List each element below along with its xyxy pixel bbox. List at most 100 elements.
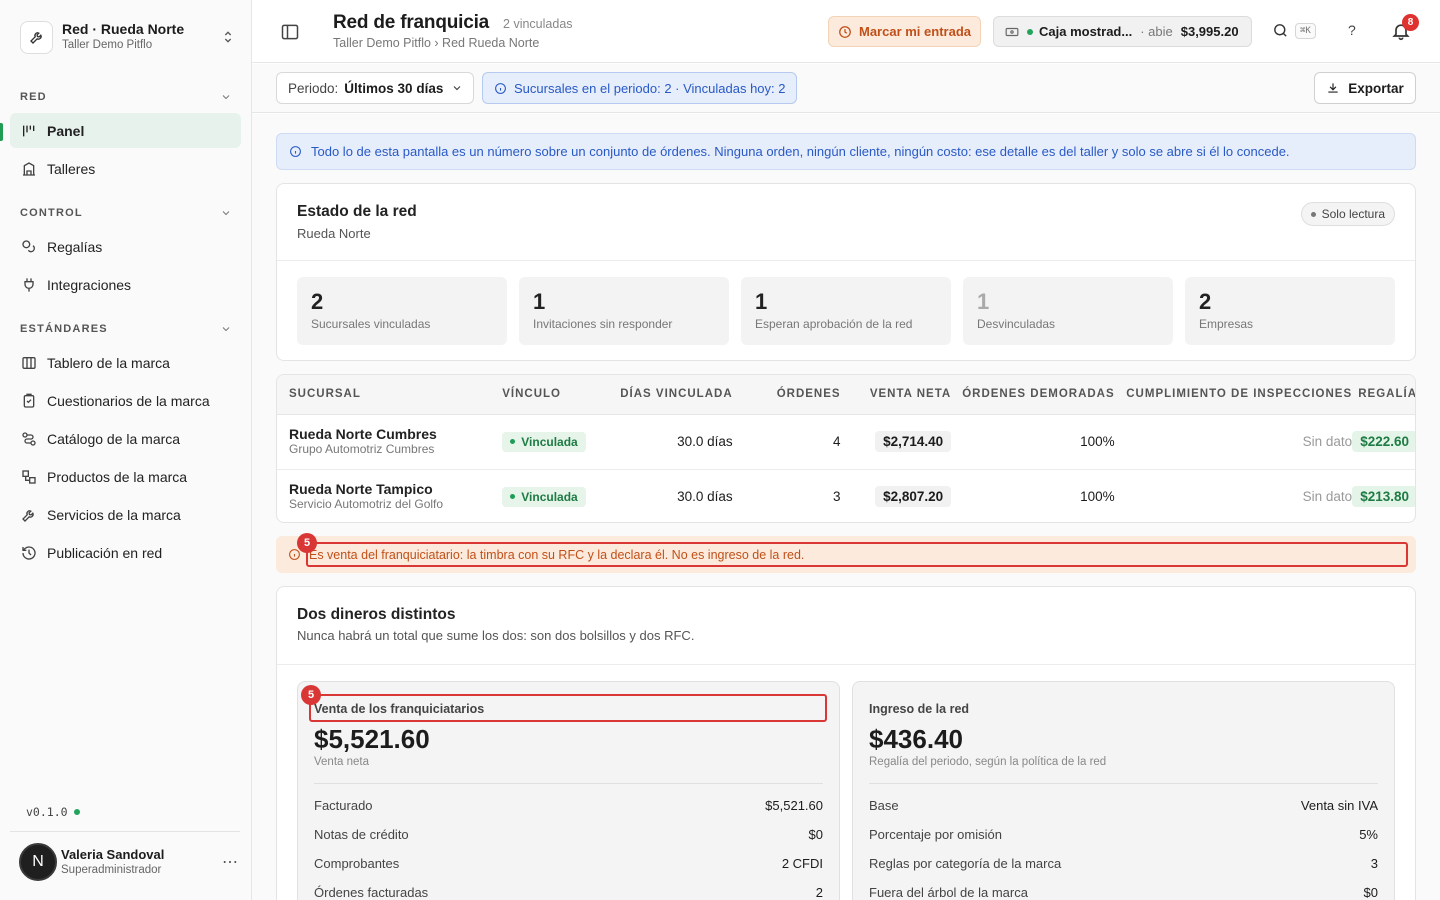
stat-unlinked[interactable]: 1 Desvinculadas <box>963 277 1173 345</box>
clipboard-icon <box>20 392 37 409</box>
section-control[interactable]: CONTROL <box>20 207 232 219</box>
section-estandares[interactable]: ESTÁNDARES <box>20 323 232 335</box>
export-button[interactable]: Exportar <box>1314 72 1416 104</box>
section-title: CONTROL <box>20 207 83 219</box>
branch-name[interactable]: Rueda Norte Tampico <box>289 481 502 497</box>
branch-company: Servicio Automotriz del Golfo <box>289 497 444 511</box>
badge-dot <box>510 439 516 444</box>
divider <box>277 664 1415 665</box>
app-version: v0.1.0 <box>26 805 80 819</box>
period-select[interactable]: Periodo: Últimos 30 días <box>276 72 474 104</box>
detail-row: Órdenes facturadas 2 <box>314 885 823 900</box>
stat-value: 2 <box>311 289 324 314</box>
sidebar-item-talleres[interactable]: Talleres <box>10 151 241 186</box>
sidebar-item-servicios[interactable]: Servicios de la marca <box>10 497 241 532</box>
divider <box>869 783 1378 784</box>
stat-awaiting-approval[interactable]: 1 Esperan aprobación de la red <box>741 277 951 345</box>
stat-value: 1 <box>533 289 546 314</box>
shortcut-hint: ⌘K <box>1295 22 1316 39</box>
org-switcher[interactable]: Red · Rueda Norte Taller Demo Pitflo <box>20 18 236 56</box>
section-red[interactable]: RED <box>20 91 232 103</box>
cash-amount: $3,995.20 <box>1180 24 1239 39</box>
col-header[interactable]: ÓRDENES <box>732 375 841 415</box>
sidebar-item-integraciones[interactable]: Integraciones <box>10 267 241 302</box>
detail-row: Comprobantes 2 CFDI <box>314 856 823 871</box>
status-dot <box>73 809 80 815</box>
sidebar-item-panel[interactable]: Panel <box>10 113 241 148</box>
period-info-text: Sucursales en el periodo: 2 · Vinculadas… <box>514 80 786 96</box>
detail-row: Reglas por categoría de la marca 3 <box>869 856 1378 871</box>
card-title: Dos dineros distintos <box>297 606 456 623</box>
table-row[interactable]: Rueda Norte Tampico Servicio Automotriz d… <box>277 469 1415 522</box>
user-menu[interactable]: N Valeria Sandoval Superadministrador ⋯ <box>19 843 239 881</box>
royalty: $213.80 <box>1352 486 1415 507</box>
badge-dot <box>510 494 516 499</box>
sidebar-toggle-icon[interactable] <box>280 22 300 42</box>
org-subtitle: Taller Demo Pitflo <box>62 39 153 51</box>
sidebar-item-cuestionarios[interactable]: Cuestionarios de la marca <box>10 383 241 418</box>
table-row[interactable]: Rueda Norte Cumbres Grupo Automotriz Cumb… <box>277 414 1415 470</box>
export-label: Exportar <box>1348 80 1404 96</box>
highlight-marker: 5 <box>301 685 321 705</box>
history-icon <box>20 544 37 561</box>
network-income-panel: Ingreso de la red $436.40 Regalía del pe… <box>852 681 1395 900</box>
col-header[interactable]: DÍAS VINCULADA <box>591 375 733 415</box>
delayed-orders: 100% <box>951 469 1115 522</box>
info-icon <box>290 146 301 157</box>
period-label: Periodo: <box>288 80 339 96</box>
branches-table: SUCURSAL VÍNCULO DÍAS VINCULADA ÓRDENES … <box>277 375 1415 522</box>
branches-table-card: SUCURSAL VÍNCULO DÍAS VINCULADA ÓRDENES … <box>276 374 1416 523</box>
panel-note: Venta neta <box>314 756 369 768</box>
inspections: Sin dato <box>1114 469 1353 522</box>
search-button[interactable]: ⌘K <box>1272 22 1316 39</box>
sidebar-item-productos[interactable]: Productos de la marca <box>10 459 241 494</box>
days-linked: 30.0 días <box>591 469 733 522</box>
cash-status: · abie <box>1140 24 1173 39</box>
col-header[interactable]: SUCURSAL <box>277 375 503 415</box>
chevron-down-icon <box>222 327 230 332</box>
status-dot <box>1027 28 1033 35</box>
col-header[interactable]: VÍNCULO <box>502 375 592 415</box>
stat-value: 1 <box>977 289 990 314</box>
stat-pending-invitations[interactable]: 1 Invitaciones sin responder <box>519 277 729 345</box>
dashboard-icon <box>20 122 37 139</box>
net-sale: $2,714.40 <box>875 431 952 452</box>
network-state-card: Estado de la red Rueda Norte Solo lectur… <box>276 183 1416 361</box>
sidebar-item-regalias[interactable]: Regalías <box>10 229 241 264</box>
sidebar-item-publicacion[interactable]: Publicación en red <box>10 535 241 570</box>
two-money-card: Dos dineros distintos Nunca habrá un tot… <box>276 586 1416 900</box>
row-key: Facturado <box>314 798 373 813</box>
row-key: Porcentaje por omisión <box>869 827 1002 842</box>
boxes-icon <box>20 468 37 485</box>
cash-register-chip[interactable]: Caja mostrad... · abie $3,995.20 <box>993 16 1252 47</box>
detail-row: Notas de crédito $0 <box>314 827 823 842</box>
col-header[interactable]: ÓRDENES DEMORADAS <box>951 375 1115 415</box>
breadcrumb[interactable]: Taller Demo Pitflo › Red Rueda Norte <box>333 36 573 50</box>
user-role: Superadministrador <box>61 863 162 876</box>
stat-companies[interactable]: 2 Empresas <box>1185 277 1395 345</box>
more-icon[interactable]: ⋯ <box>222 852 239 872</box>
row-value: 3 <box>1370 856 1378 871</box>
col-header[interactable]: REGALÍA <box>1352 375 1415 415</box>
panel-note: Regalía del periodo, según la política d… <box>869 756 1107 768</box>
sidebar-item-label: Integraciones <box>47 276 132 293</box>
download-icon <box>1328 83 1338 93</box>
search-icon <box>1274 24 1287 37</box>
period-info-chip: Sucursales en el periodo: 2 · Vinculadas… <box>482 72 797 104</box>
row-value: 2 <box>815 885 823 900</box>
stat-linked-branches[interactable]: 2 Sucursales vinculadas <box>297 277 507 345</box>
wrench-icon <box>20 506 37 523</box>
branch-name[interactable]: Rueda Norte Cumbres <box>289 426 502 442</box>
sidebar-item-label: Cuestionarios de la marca <box>47 392 210 409</box>
sidebar-item-tablero[interactable]: Tablero de la marca <box>10 345 241 380</box>
sidebar-item-label: Productos de la marca <box>47 468 188 485</box>
period-value: Últimos 30 días <box>344 80 444 96</box>
col-header[interactable]: CUMPLIMIENTO DE INSPECCIONES <box>1114 375 1353 415</box>
mark-entry-button[interactable]: Marcar mi entrada <box>828 16 981 47</box>
help-icon[interactable]: ? <box>1348 22 1356 38</box>
sidebar-item-catalogo[interactable]: Catálogo de la marca <box>10 421 241 456</box>
sidebar-item-label: Talleres <box>47 160 96 177</box>
sidebar-item-label: Tablero de la marca <box>47 354 170 371</box>
col-header[interactable]: VENTA NETA <box>840 375 952 415</box>
stat-value: 2 <box>1199 289 1212 314</box>
